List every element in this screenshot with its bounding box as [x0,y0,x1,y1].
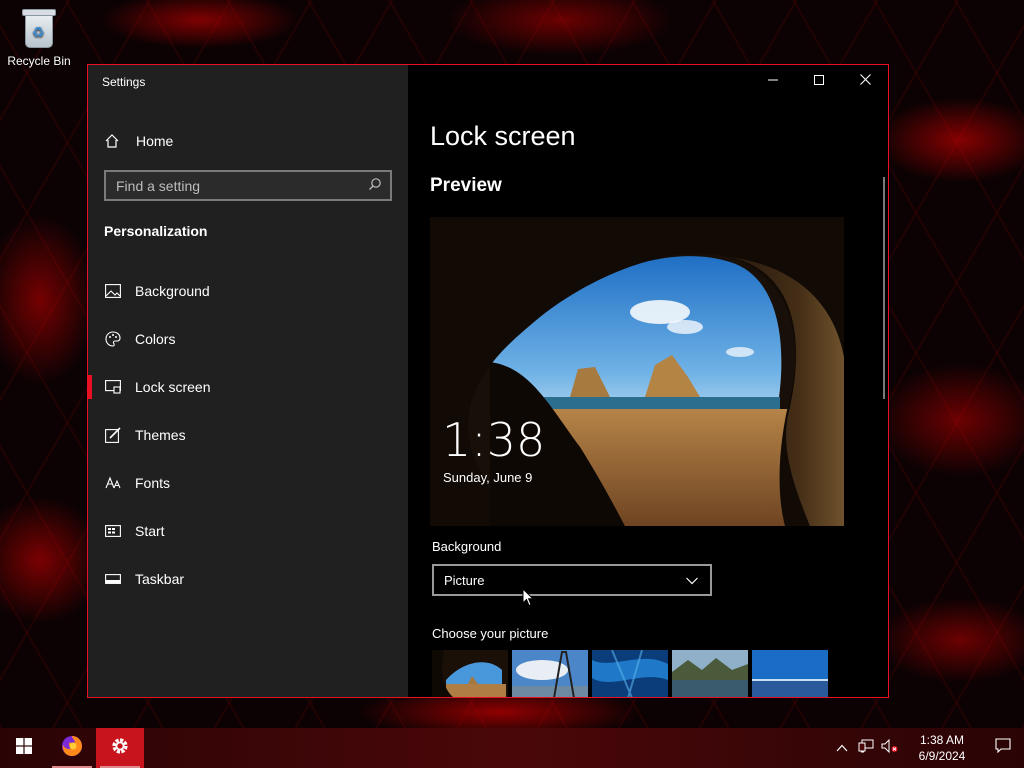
desktop-icon-recycle-bin[interactable]: ♻ Recycle Bin [4,6,74,68]
sidebar-item-label: Lock screen [135,379,211,395]
system-tray: 1:38 AM 6/9/2024 [830,728,1024,768]
background-dropdown-value: Picture [444,572,485,588]
start-button[interactable] [0,728,48,768]
sidebar-item-label: Background [135,283,210,299]
sidebar-item-label: Fonts [135,475,171,491]
taskbar-icon [104,570,122,588]
sidebar-item-background[interactable]: Background [88,267,408,315]
picture-icon [104,282,122,300]
background-dropdown[interactable]: Picture [432,564,712,596]
chevron-down-icon [686,573,698,588]
sidebar-item-taskbar[interactable]: Taskbar [88,555,408,603]
lock-screen-icon [104,378,122,396]
brush-icon [104,426,122,444]
volume-muted-icon [881,738,899,758]
lock-screen-preview: 1:38 Sunday, June 9 [430,217,844,526]
show-hidden-icons-button[interactable] [830,728,854,768]
taskbar-clock[interactable]: 1:38 AM 6/9/2024 [902,732,982,764]
taskbar: 1:38 AM 6/9/2024 [0,728,1024,768]
nav-list: Background Colors Lock screen Themes Fon… [88,267,408,603]
windows-logo-icon [16,737,32,759]
minimize-icon [768,72,778,90]
page-title: Lock screen [430,121,576,151]
search-box[interactable] [104,170,392,201]
network-icon [858,739,874,758]
picture-thumbnail-5[interactable] [752,650,828,697]
sidebar: Settings Home Personalization Background [88,65,408,697]
taskbar-firefox[interactable] [48,728,96,768]
chevron-up-icon [836,739,848,757]
network-button[interactable] [854,728,878,768]
settings-icon [110,736,130,761]
taskbar-settings[interactable] [96,728,144,768]
desktop-icon-label: Recycle Bin [7,54,71,68]
minimize-button[interactable] [750,65,796,97]
choose-picture-label: Choose your picture [432,626,549,641]
clock-time: 1:38 AM [919,733,965,747]
maximize-icon [814,72,824,90]
nav-home-label: Home [136,133,174,149]
palette-icon [104,330,122,348]
action-center-button[interactable] [982,728,1024,768]
window-title: Settings [102,75,146,89]
sidebar-item-lock-screen[interactable]: Lock screen [88,363,408,411]
sidebar-item-label: Colors [135,331,176,347]
picture-thumbnail-3[interactable] [592,650,668,697]
picture-thumbnails [432,650,828,697]
scrollbar[interactable] [883,177,885,399]
close-icon [859,72,871,90]
search-icon[interactable] [368,177,382,194]
preview-heading: Preview [430,175,502,196]
start-icon [104,522,122,540]
home-icon [104,133,122,149]
section-title: Personalization [104,223,208,239]
sidebar-item-label: Taskbar [135,571,185,587]
content-pane: Lock screen Preview 1:38 Sunday, June 9 … [408,65,888,697]
firefox-icon [60,734,84,763]
settings-window: Settings Home Personalization Background [87,64,889,698]
volume-button[interactable] [878,728,902,768]
preview-time: 1:38 [442,413,546,467]
picture-thumbnail-1[interactable] [432,650,508,697]
background-label: Background [432,539,502,554]
maximize-button[interactable] [796,65,842,97]
search-input[interactable] [116,177,368,194]
nav-home[interactable]: Home [104,129,173,153]
sidebar-item-colors[interactable]: Colors [88,315,408,363]
mouse-cursor-icon [522,587,535,612]
sidebar-item-label: Start [135,523,165,539]
picture-thumbnail-4[interactable] [672,650,748,697]
sidebar-item-fonts[interactable]: Fonts [88,459,408,507]
close-button[interactable] [842,65,888,97]
clock-date: 6/9/2024 [918,749,966,763]
picture-thumbnail-2[interactable] [512,650,588,697]
notification-icon [995,738,1011,758]
recycle-bin-icon: ♻ [21,8,57,50]
sidebar-item-themes[interactable]: Themes [88,411,408,459]
preview-date: Sunday, June 9 [443,470,533,485]
caption-buttons [750,65,888,97]
sidebar-item-label: Themes [135,427,186,443]
font-icon [104,474,122,492]
sidebar-item-start[interactable]: Start [88,507,408,555]
